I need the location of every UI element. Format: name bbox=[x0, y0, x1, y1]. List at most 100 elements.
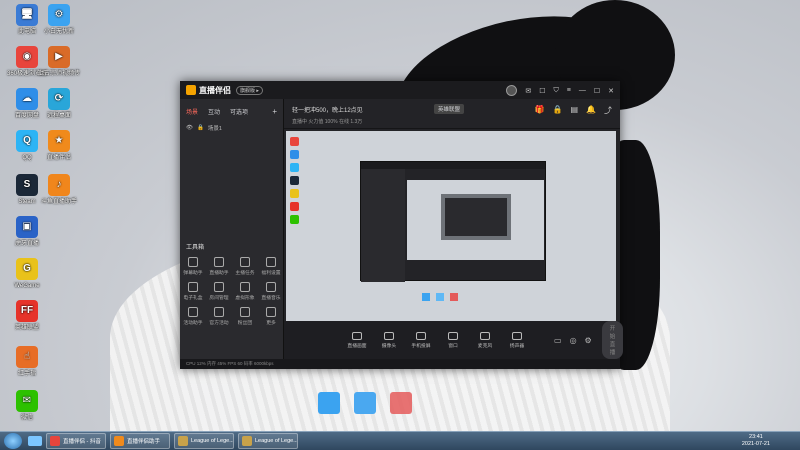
nested-preview bbox=[407, 180, 544, 260]
source-label: 扬声器 bbox=[509, 343, 525, 349]
desktop-icon-label: 小白无忧新 bbox=[43, 29, 74, 35]
app-logo: 直播伴侣 bbox=[186, 85, 231, 96]
tool-item[interactable]: 官方活动 bbox=[206, 307, 232, 326]
desktop-icon[interactable]: ▶ 上古宗师视频传 bbox=[36, 46, 82, 78]
tool-item[interactable]: 虚拟形象 bbox=[232, 282, 258, 301]
stream-title[interactable]: 轻一把冲500，晚上12点见 bbox=[292, 105, 363, 114]
tool-item[interactable]: 电子礼盒 bbox=[180, 282, 206, 301]
tool-icon bbox=[266, 257, 276, 267]
taskbar-window-button[interactable]: 直播伴侣助手 bbox=[110, 433, 170, 449]
desktop-icon[interactable]: ☝ 红手指 bbox=[4, 346, 50, 378]
app-icon: ◉ bbox=[16, 46, 38, 68]
app-icon: ☁ bbox=[16, 88, 38, 110]
source-button[interactable]: 摄像头 bbox=[374, 331, 404, 349]
sidebar-tab[interactable]: 场景 bbox=[186, 107, 198, 116]
save-icon[interactable]: ▤ bbox=[570, 105, 578, 116]
tools-grid: 弹幕助手 直播助手 主播任务 福利设置电子礼盒 房间管理 虚拟形象 直播音乐活动助手 官方活动… bbox=[180, 257, 284, 326]
taskbar-app-icon bbox=[50, 436, 60, 446]
tools-app-icon[interactable] bbox=[390, 392, 412, 414]
sidebar-tab[interactable]: 互动 bbox=[208, 107, 220, 116]
preview-icon bbox=[290, 150, 299, 159]
video-icon[interactable]: ▭ bbox=[554, 336, 562, 345]
source-label: 直播画面 bbox=[347, 343, 367, 349]
tool-item[interactable]: 更多 bbox=[258, 307, 284, 326]
tools-title: 工具箱 bbox=[186, 245, 205, 251]
clock[interactable]: 23:41 2021-07-21 bbox=[742, 434, 770, 448]
desktop-icon[interactable]: ★ 直播伴侣 bbox=[36, 130, 82, 162]
desktop-icon[interactable]: ▣ 虎牙直播 bbox=[4, 216, 50, 248]
tool-item[interactable]: 活动助手 bbox=[180, 307, 206, 326]
avatar[interactable] bbox=[506, 85, 518, 96]
source-button[interactable]: 扬声器 bbox=[502, 331, 532, 349]
tool-item[interactable]: 主播任务 bbox=[232, 257, 258, 276]
shirt-icon[interactable]: ⛉ bbox=[554, 87, 559, 95]
add-scene-icon[interactable]: + bbox=[272, 107, 277, 116]
desktop-icon-label: 远程桌面 bbox=[46, 113, 71, 119]
gift-icon[interactable]: 🎁 bbox=[535, 105, 545, 116]
desktop-icon[interactable]: ⚙ 小白无忧新 bbox=[36, 4, 82, 36]
desktop-icon[interactable]: G WeGame bbox=[4, 258, 50, 290]
clock-date: 2021-07-21 bbox=[741, 441, 770, 447]
desktop-icon[interactable]: ⟳ 远程桌面 bbox=[36, 88, 82, 120]
taskbar-button-label: 直播伴侣 - 抖音 bbox=[63, 439, 101, 445]
preview-icon bbox=[290, 189, 299, 198]
message-icon[interactable]: ✉ bbox=[525, 87, 531, 95]
close-icon[interactable]: ✕ bbox=[608, 87, 614, 95]
center-desktop-icons bbox=[318, 392, 412, 414]
quick-launch-icon[interactable] bbox=[28, 436, 42, 446]
start-live-button[interactable]: 开始直播 bbox=[601, 321, 624, 359]
source-label: 摄像头 bbox=[381, 343, 397, 349]
taskbar: 直播伴侣 - 抖音 直播伴侣助手 League of Lege... League o… bbox=[0, 431, 800, 450]
maximize-icon[interactable]: ☐ bbox=[594, 87, 600, 95]
lock-icon[interactable]: 🔒 bbox=[553, 105, 563, 116]
tool-label: 弹幕助手 bbox=[183, 271, 203, 276]
source-button[interactable]: 窗口 bbox=[438, 331, 468, 349]
taskbar-window-button[interactable]: 直播伴侣 - 抖音 bbox=[46, 433, 106, 449]
tool-icon bbox=[214, 282, 224, 292]
taskbar-button-label: League of Lege... bbox=[255, 438, 298, 444]
desktop-icon[interactable]: ♪ 斗鱼直播助手 bbox=[36, 174, 82, 206]
sidebar-tab[interactable]: 可选项 bbox=[230, 107, 248, 116]
app-icon: ✉ bbox=[16, 390, 38, 412]
taskbar-window-button[interactable]: League of Lege... bbox=[174, 433, 234, 449]
version-badge[interactable]: 旗舰版 ▸ bbox=[236, 85, 263, 95]
app-icon: ♪ bbox=[48, 174, 70, 196]
source-button[interactable]: 麦克风 bbox=[470, 331, 500, 349]
taskbar-window-button[interactable]: League of Lege... bbox=[238, 433, 298, 449]
live-preview[interactable] bbox=[286, 131, 616, 321]
source-button[interactable]: 直播画面 bbox=[342, 331, 372, 349]
tool-item[interactable]: 粉丝团 bbox=[232, 307, 258, 326]
bell-icon[interactable]: 🔔 bbox=[586, 105, 596, 116]
category-tag[interactable]: 英雄联盟 bbox=[434, 104, 465, 114]
tool-item[interactable]: 房间管理 bbox=[206, 282, 232, 301]
tool-item[interactable]: 直播助手 bbox=[206, 257, 232, 276]
menu-icon[interactable]: ≡ bbox=[567, 87, 571, 94]
desktop-icon[interactable]: FF 英雄联盟 bbox=[4, 300, 50, 332]
record-icon[interactable]: ◎ bbox=[570, 336, 577, 345]
mail-icon[interactable]: ☐ bbox=[539, 87, 545, 95]
eye-icon[interactable]: 👁 bbox=[186, 125, 193, 131]
source-icon bbox=[416, 331, 426, 340]
start-button[interactable] bbox=[4, 433, 22, 449]
lock-icon[interactable]: 🔒 bbox=[197, 125, 204, 131]
desktop-icon[interactable]: ✉ 微信 bbox=[4, 390, 50, 422]
tool-icon bbox=[266, 307, 276, 317]
app-icon: S bbox=[16, 174, 38, 196]
tool-label: 福利设置 bbox=[261, 271, 281, 276]
tool-item[interactable]: 福利设置 bbox=[258, 257, 284, 276]
taskbar-button-label: 直播伴侣助手 bbox=[127, 439, 161, 445]
tool-item[interactable]: 直播音乐 bbox=[258, 282, 284, 301]
tool-label: 房间管理 bbox=[209, 296, 229, 301]
settings-icon[interactable]: ⚙ bbox=[585, 336, 592, 345]
scene-row[interactable]: 👁 🔒 场景1 bbox=[180, 120, 283, 136]
source-button[interactable]: 手机投屏 bbox=[406, 331, 436, 349]
preview-desktop-icons bbox=[290, 137, 300, 224]
tool-item[interactable]: 弹幕助手 bbox=[180, 257, 206, 276]
minimize-icon[interactable]: — bbox=[579, 87, 586, 94]
lock-app-icon[interactable] bbox=[354, 392, 376, 414]
source-label: 窗口 bbox=[448, 343, 458, 349]
tool-label: 直播音乐 bbox=[261, 296, 281, 301]
app-icon: Q bbox=[16, 130, 38, 152]
folder-icon[interactable] bbox=[318, 392, 340, 414]
share-icon[interactable]: ⤴ bbox=[604, 105, 612, 116]
